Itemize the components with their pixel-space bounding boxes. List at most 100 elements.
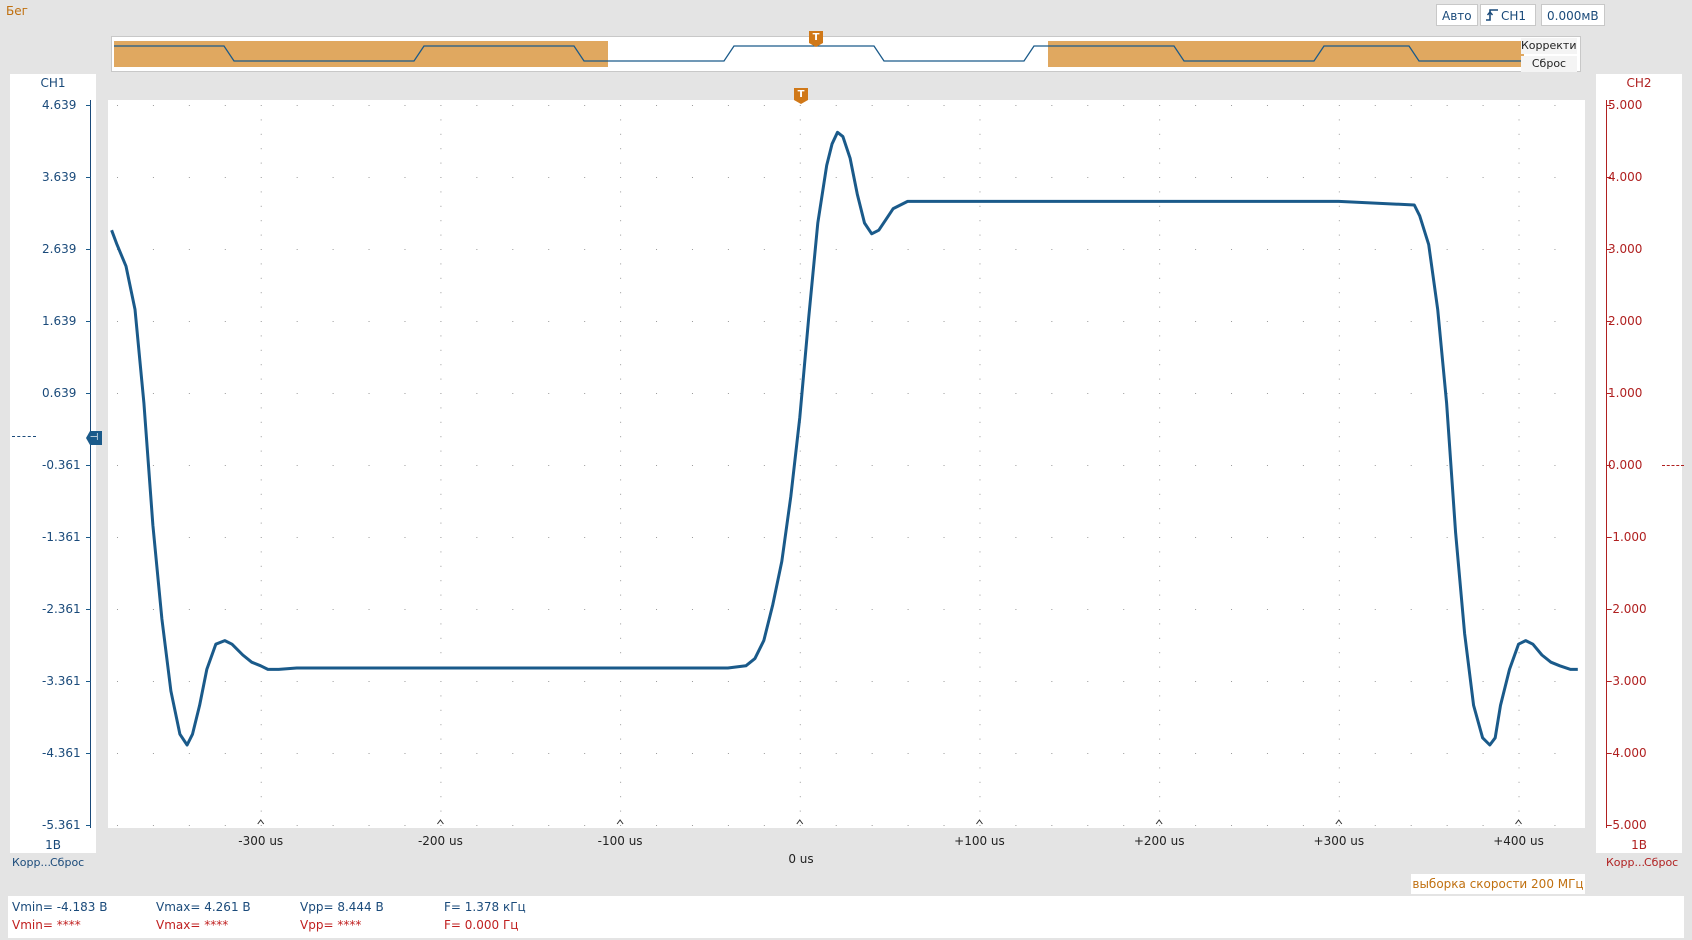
ch2-reset-button[interactable]: Сброс (1644, 856, 1678, 869)
grid-dot (368, 105, 370, 106)
grid-dot (1195, 681, 1197, 682)
grid-dot (1518, 436, 1520, 438)
grid-dot (260, 421, 262, 423)
grid-dot (224, 393, 226, 394)
trigger-level-button[interactable]: 0.000мВ (1541, 4, 1605, 26)
grid-dot (1159, 479, 1161, 481)
grid-dot (727, 825, 729, 826)
trigger-channel-button[interactable]: CH1 (1480, 4, 1536, 26)
grid-dot (1302, 681, 1304, 682)
grid-dot (1374, 105, 1376, 106)
grid-dot (799, 105, 801, 106)
grid-dot (440, 724, 442, 726)
grid-dot (979, 508, 981, 510)
grid-dot (1482, 393, 1484, 394)
grid-dot (979, 781, 981, 783)
grid-dot (188, 177, 190, 178)
grid-dot (1338, 637, 1340, 639)
ch1-reset-button[interactable]: Сброс (50, 856, 84, 869)
grid-dot (332, 177, 334, 178)
ch1-offset-dash (12, 436, 36, 437)
ch1-correct-button[interactable]: Корр... (12, 856, 51, 869)
grid-dot (871, 321, 873, 322)
grid-dot (476, 825, 478, 826)
grid-dot (1554, 753, 1556, 754)
grid-dot (1159, 234, 1161, 236)
ch2-scale[interactable]: 1В (1596, 837, 1682, 853)
grid-dot (440, 393, 442, 394)
grid-dot (1374, 825, 1376, 826)
grid-dot (1518, 724, 1520, 726)
grid-dot (260, 378, 262, 380)
ch1-title[interactable]: CH1 (10, 74, 96, 92)
grid-dot (1374, 537, 1376, 538)
grid-dot (1123, 753, 1125, 754)
grid-dot (1302, 609, 1304, 610)
grid-dot (440, 249, 442, 250)
grid-dot (260, 594, 262, 596)
grid-dot (1338, 609, 1340, 610)
grid-dot (440, 364, 442, 366)
ch1-tick-label: -0.361 (42, 458, 81, 472)
grid-dot (1231, 681, 1233, 682)
grid-dot (116, 537, 118, 538)
grid-dot (799, 695, 801, 697)
grid-dot (1123, 393, 1125, 394)
grid-dot (1087, 321, 1089, 322)
grid-dot (1266, 393, 1268, 394)
grid-dot (224, 321, 226, 322)
grid-dot (440, 522, 442, 524)
grid-dot (1338, 465, 1340, 466)
grid-dot (1266, 753, 1268, 754)
x-tick-label: +100 us (954, 834, 1005, 848)
grid-dot (1518, 191, 1520, 193)
grid-dot (943, 825, 945, 826)
grid-dot (440, 781, 442, 783)
grid-dot (835, 249, 837, 250)
grid-dot (907, 393, 909, 394)
grid-dot (224, 537, 226, 538)
grid-dot (116, 105, 118, 106)
grid-dot (620, 652, 622, 654)
grid-dot (476, 249, 478, 250)
grid-dot (871, 825, 873, 826)
trigger-mode-button[interactable]: Авто (1436, 4, 1478, 26)
overview-reset-button[interactable]: Сброс (1521, 56, 1577, 72)
grid-dot (1159, 177, 1161, 178)
grid-dot (1015, 249, 1017, 250)
overview-correct-button[interactable]: Корректи... (1521, 38, 1577, 54)
grid-dot (1338, 364, 1340, 366)
grid-dot (1338, 508, 1340, 510)
grid-dot (979, 191, 981, 193)
grid-dot (116, 465, 118, 466)
waveform-overview[interactable] (111, 36, 1581, 72)
ch2-frequency: F= 0.000 Гц (444, 918, 519, 932)
grid-dot (1338, 652, 1340, 654)
grid-dot (440, 609, 442, 610)
ch1-tick-label: -3.361 (42, 674, 81, 688)
waveform-display[interactable] (108, 100, 1585, 828)
grid-dot (260, 105, 262, 106)
ch1-scale[interactable]: 1В (10, 837, 96, 853)
grid-dot (727, 609, 729, 610)
grid-dot (799, 508, 801, 510)
ch2-correct-button[interactable]: Корр... (1606, 856, 1645, 869)
grid-dot (691, 681, 693, 682)
grid-dot (1338, 580, 1340, 582)
grid-dot (656, 825, 658, 826)
grid-dot (1159, 119, 1161, 121)
grid-dot (440, 421, 442, 423)
ch2-title[interactable]: CH2 (1596, 74, 1682, 92)
grid-dot (620, 234, 622, 236)
grid-dot (1338, 767, 1340, 769)
grid-dot (656, 249, 658, 250)
grid-dot (799, 637, 801, 639)
grid-dot (584, 177, 586, 178)
grid-dot (1195, 825, 1197, 826)
grid-dot (979, 738, 981, 740)
grid-dot (260, 177, 262, 178)
grid-dot (943, 249, 945, 250)
grid-dot (1087, 393, 1089, 394)
grid-dot (620, 133, 622, 135)
grid-dot (548, 177, 550, 178)
